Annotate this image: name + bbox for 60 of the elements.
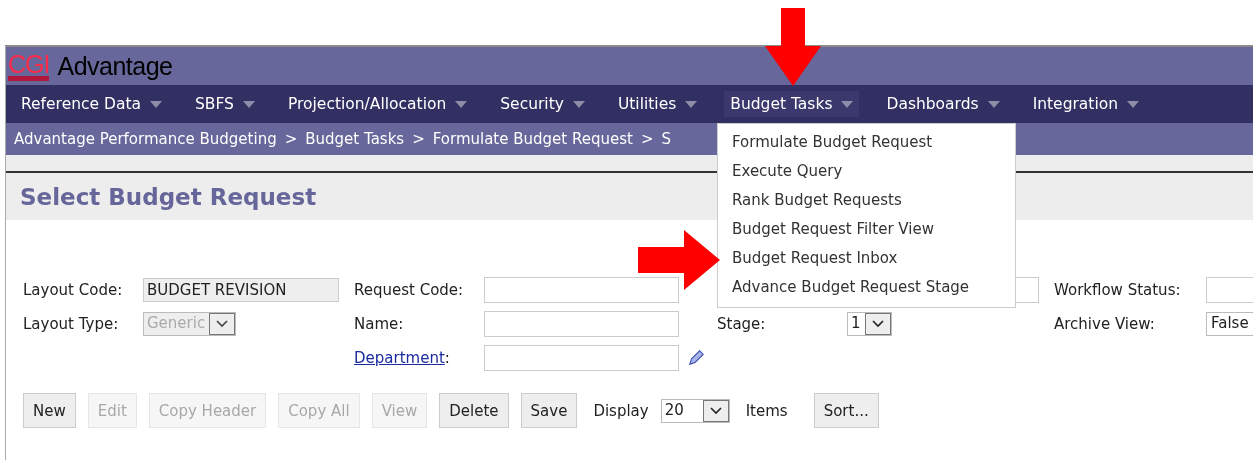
menu-item[interactable]: Formulate Budget Request bbox=[718, 128, 1015, 157]
breadcrumb-link[interactable]: Advantage Performance Budgeting bbox=[14, 130, 277, 148]
nav-menu-item[interactable]: Utilities bbox=[617, 95, 698, 113]
field-label: Workflow Status: bbox=[1054, 281, 1182, 299]
nav-menu-item[interactable]: Projection/Allocation bbox=[287, 95, 468, 113]
display-label: Display bbox=[593, 401, 649, 420]
chevron-icon bbox=[216, 320, 229, 328]
nav-menu-item[interactable]: SBFS bbox=[195, 95, 255, 113]
breadcrumb-link[interactable]: Formulate Budget Request bbox=[432, 130, 633, 148]
caret-icon bbox=[685, 100, 698, 108]
caret-icon bbox=[1127, 100, 1140, 108]
breadcrumb-link[interactable]: Budget Tasks bbox=[305, 130, 405, 148]
breadcrumb-separator: > bbox=[640, 130, 654, 148]
nav-menu-item[interactable]: Dashboards bbox=[886, 95, 1000, 113]
action-button[interactable]: Delete bbox=[439, 393, 509, 428]
field-label: Archive View: bbox=[1054, 315, 1156, 333]
action-button[interactable]: Save bbox=[520, 393, 578, 428]
stage-dropdown[interactable]: 1 bbox=[847, 312, 892, 336]
field-label: Layout Type: bbox=[23, 315, 120, 333]
arrow-icon bbox=[765, 8, 821, 86]
caret-icon bbox=[841, 100, 854, 108]
arrow-icon bbox=[638, 230, 720, 290]
menu-item[interactable]: Budget Request Inbox bbox=[718, 244, 1015, 273]
sort-button[interactable]: Sort... bbox=[813, 393, 879, 428]
breadcrumb-separator: > bbox=[412, 130, 425, 148]
field-label: Request Code: bbox=[354, 281, 465, 299]
items-label: Items bbox=[745, 401, 788, 420]
page-title: Select Budget Request bbox=[20, 183, 317, 210]
archive-view-dropdown[interactable]: False bbox=[1206, 312, 1253, 336]
input-field[interactable] bbox=[484, 311, 679, 337]
chevron-icon bbox=[709, 406, 722, 415]
field-label: Stage: bbox=[717, 315, 767, 333]
action-button[interactable]: New bbox=[23, 393, 76, 428]
nav-menu-item[interactable]: Budget Tasks bbox=[724, 91, 860, 117]
logo-product: Advantage bbox=[57, 51, 173, 81]
nav-menu-item[interactable]: Integration bbox=[1032, 95, 1140, 113]
display-count-dropdown[interactable]: 20 bbox=[660, 398, 730, 423]
layout-code-field: BUDGET REVISION bbox=[143, 278, 339, 302]
field-label: Layout Code: bbox=[23, 281, 124, 299]
nav-menu-item[interactable]: Reference Data bbox=[21, 95, 162, 113]
breadcrumb-link[interactable]: S bbox=[661, 130, 671, 148]
caret-icon bbox=[455, 100, 468, 108]
menu-item[interactable]: Rank Budget Requests bbox=[718, 186, 1015, 215]
nav-menu-item[interactable]: Security bbox=[500, 95, 585, 113]
pencil-icon[interactable] bbox=[687, 349, 705, 367]
breadcrumb-separator: > bbox=[284, 130, 298, 148]
logo-brand: CGI bbox=[8, 51, 50, 81]
caret-icon bbox=[242, 100, 255, 108]
input-field[interactable] bbox=[484, 345, 679, 371]
menu-item[interactable]: Execute Query bbox=[718, 157, 1015, 186]
field-label: : bbox=[444, 349, 450, 367]
field-label: Name: bbox=[354, 315, 405, 333]
menu-item[interactable]: Budget Request Filter View bbox=[718, 215, 1015, 244]
caret-icon bbox=[987, 100, 1000, 108]
input-field[interactable] bbox=[484, 277, 679, 303]
chevron-icon bbox=[871, 320, 884, 328]
caret-icon bbox=[150, 100, 162, 108]
caret-icon bbox=[572, 100, 585, 108]
menu-item[interactable]: Advance Budget Request Stage bbox=[718, 273, 1015, 302]
department-link[interactable]: Department bbox=[354, 349, 445, 367]
